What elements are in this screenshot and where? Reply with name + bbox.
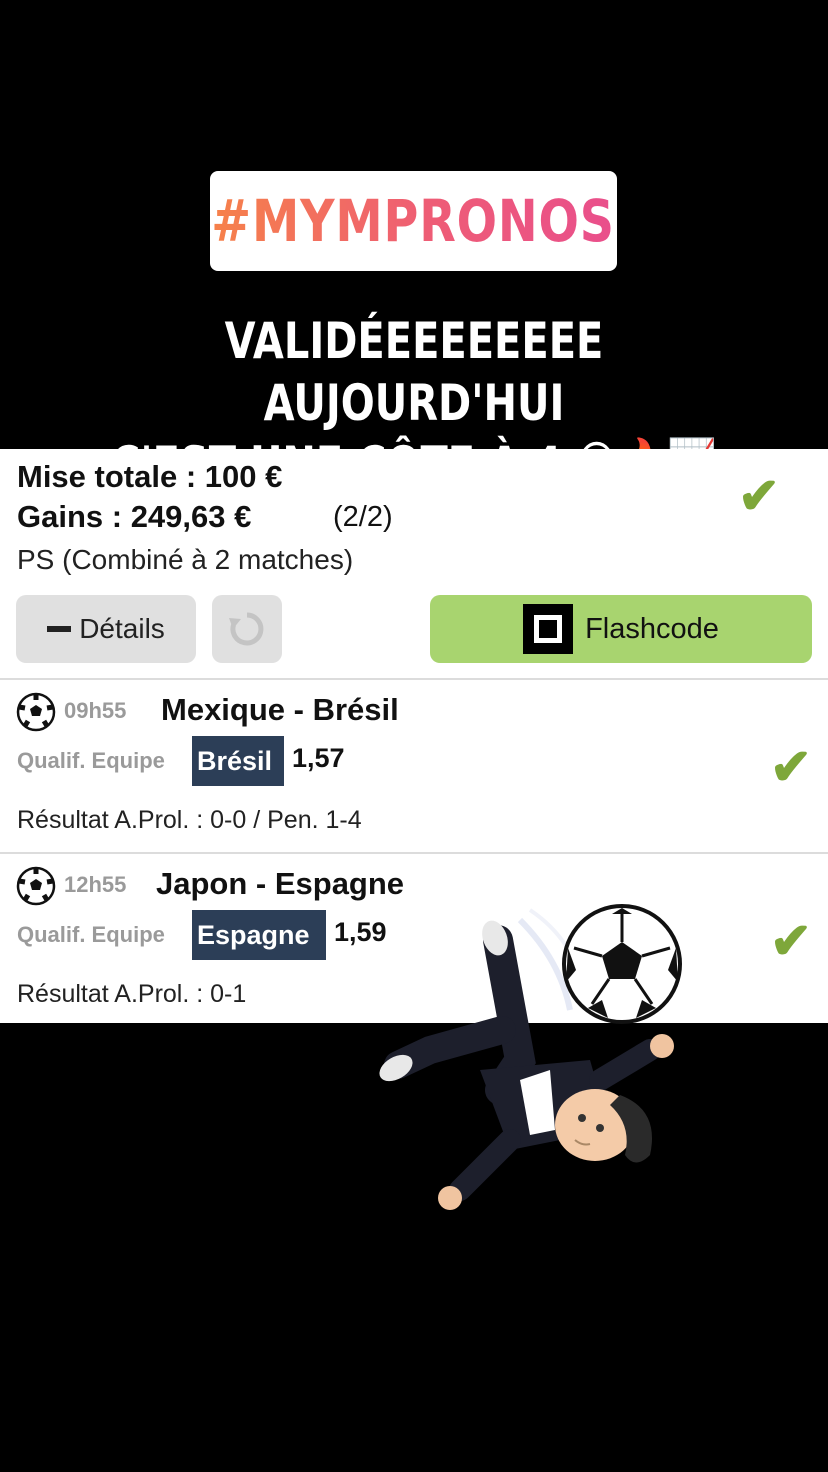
market-label: Qualif. Equipe — [17, 922, 165, 947]
refresh-icon — [229, 612, 264, 646]
bet-summary: Mise totale : 100 € Gains : 249,63 € (2/… — [0, 449, 828, 678]
soccer-ball-icon — [562, 904, 682, 1024]
selected-team: Brésil — [192, 736, 284, 786]
minus-icon — [47, 626, 72, 632]
match-won-checkmark-icon: ✔ — [770, 913, 812, 969]
hashtag-text: #MYMPRONOS — [211, 187, 616, 255]
bitmoji-kick-sticker[interactable] — [370, 900, 700, 1240]
caption-line-1: VALIDÉEEEEEEEE AUJOURD'HUI — [224, 312, 604, 432]
bet-type: PS (Combiné à 2 matches) — [17, 544, 354, 575]
total-winnings: Gains : 249,63 € — [17, 499, 252, 534]
match-result: Résultat A.Prol. : 0-0 / Pen. 1-4 — [17, 806, 362, 834]
match-teams: Japon - Espagne — [156, 866, 405, 901]
soccer-ball-icon — [16, 866, 56, 906]
details-button[interactable]: Détails — [16, 595, 196, 663]
flashcode-label: Flashcode — [585, 612, 719, 645]
match-odds: 1,57 — [292, 743, 345, 773]
match-won-checkmark-icon: ✔ — [770, 739, 812, 795]
match-result: Résultat A.Prol. : 0-1 — [17, 980, 247, 1008]
flashcode-button[interactable]: Flashcode — [430, 595, 812, 663]
refresh-button[interactable] — [212, 595, 282, 663]
soccer-ball-icon — [16, 692, 56, 732]
matches-count: (2/2) — [333, 501, 393, 533]
bet-won-checkmark-icon: ✔ — [738, 468, 780, 524]
match-time: 12h55 — [64, 872, 127, 897]
market-label: Qualif. Equipe — [17, 748, 165, 773]
match-time: 09h55 — [64, 698, 127, 723]
total-stake: Mise totale : 100 € — [17, 459, 283, 494]
selected-team: Espagne — [192, 910, 326, 960]
details-label: Détails — [79, 613, 165, 644]
match-teams: Mexique - Brésil — [161, 692, 399, 727]
hashtag-sticker[interactable]: #MYMPRONOS — [210, 171, 617, 271]
match-row[interactable]: 09h55 Mexique - Brésil Qualif. Equipe Br… — [0, 680, 828, 852]
qr-code-icon — [523, 604, 574, 654]
